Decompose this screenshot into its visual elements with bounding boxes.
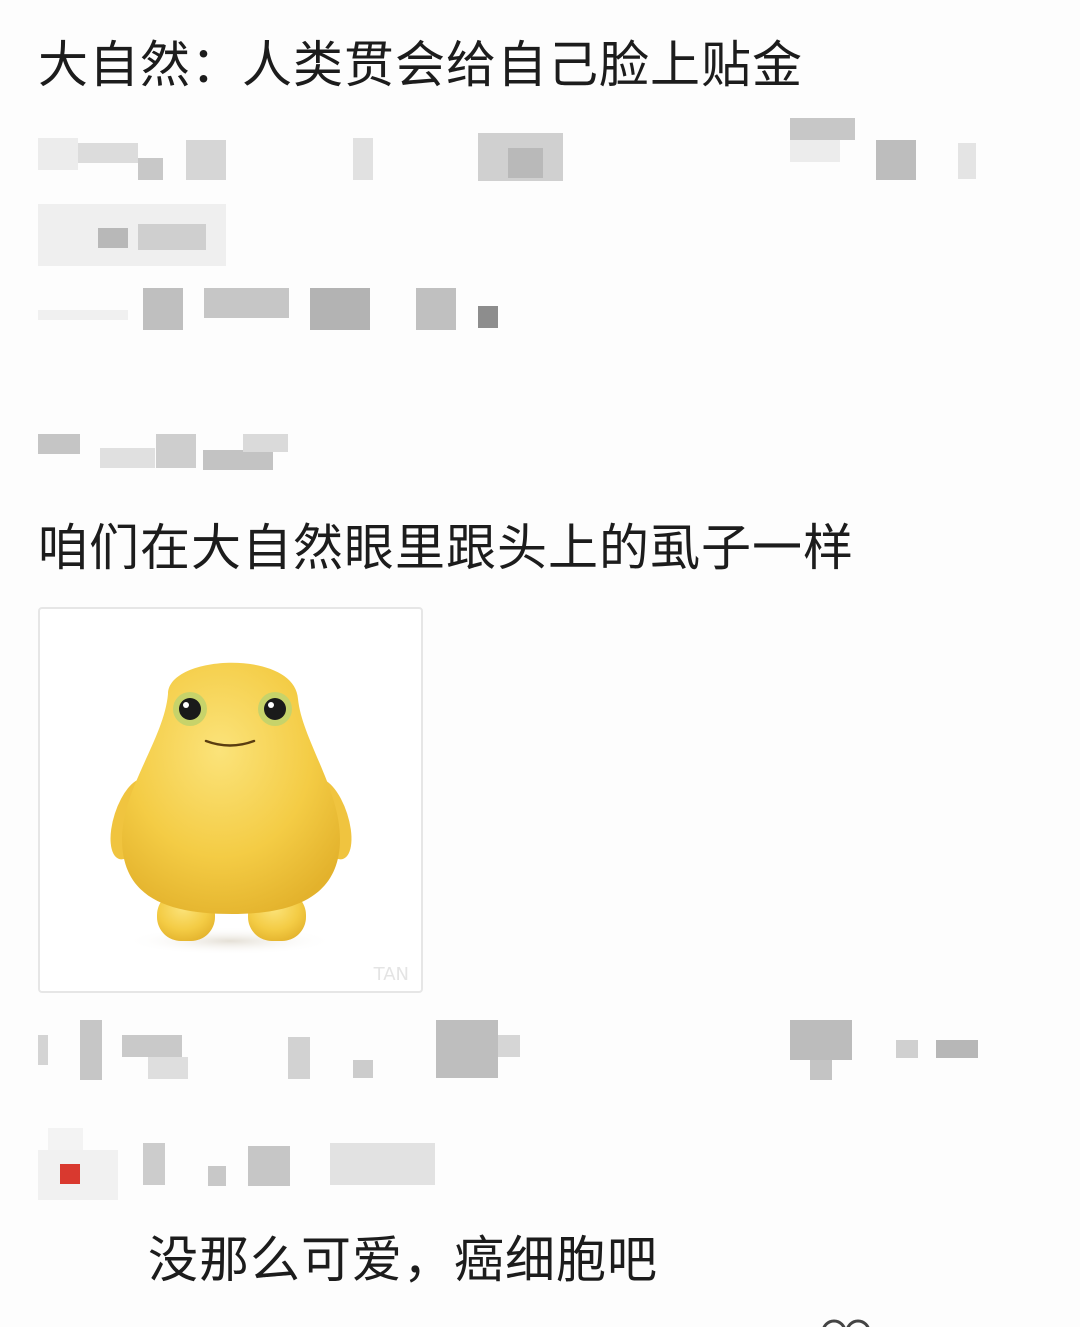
censored-meta-row-3 (38, 286, 508, 346)
yellow-blob-character-image (110, 662, 352, 955)
user-badge-icon (60, 1164, 80, 1184)
sub-reply-text: 没那么可爱，癌细胞吧 (148, 1231, 658, 1289)
censored-meta-row-1 (38, 118, 988, 188)
image-watermark: TAN (373, 964, 409, 985)
censored-meta-row-4 (38, 1015, 988, 1085)
censored-username-reply (38, 430, 298, 475)
reaction-icon[interactable] (818, 1316, 874, 1327)
reply-image[interactable]: TAN (38, 607, 423, 993)
post-text: 大自然：人类贯会给自己脸上贴金 (38, 36, 803, 94)
censored-meta-row-2 (38, 204, 238, 266)
reply-text: 咱们在大自然眼里跟头上的虱子一样 (38, 519, 854, 577)
censored-username-subreply (38, 1128, 458, 1208)
